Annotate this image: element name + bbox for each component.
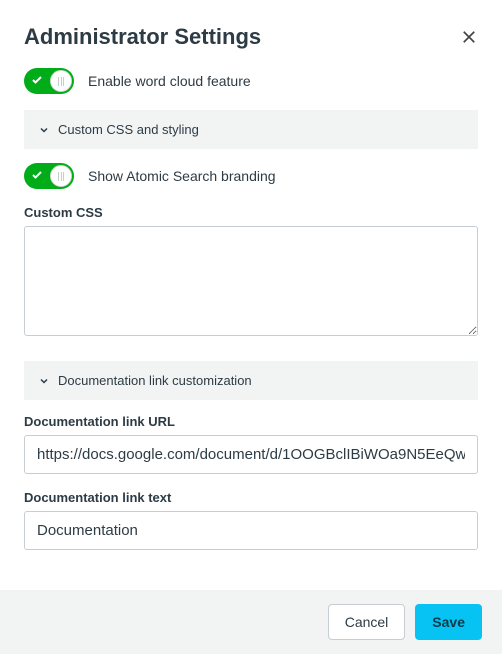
custom-css-textarea[interactable]	[24, 226, 478, 336]
cancel-button[interactable]: Cancel	[328, 604, 406, 640]
modal-header: Administrator Settings	[24, 24, 478, 50]
save-button[interactable]: Save	[415, 604, 482, 640]
section-doc-link[interactable]: Documentation link customization	[24, 361, 478, 400]
chevron-down-icon	[38, 124, 50, 136]
chevron-down-icon	[38, 375, 50, 387]
toggle-knob	[50, 70, 72, 92]
branding-toggle-row: Show Atomic Search branding	[24, 163, 478, 189]
section-css-styling-title: Custom CSS and styling	[58, 122, 199, 137]
doc-text-input[interactable]	[24, 511, 478, 550]
word-cloud-toggle-label: Enable word cloud feature	[88, 73, 251, 89]
doc-url-label: Documentation link URL	[24, 414, 478, 429]
custom-css-label: Custom CSS	[24, 205, 478, 220]
modal-footer: Cancel Save	[0, 590, 502, 654]
section-doc-link-title: Documentation link customization	[58, 373, 252, 388]
checkmark-icon	[31, 74, 43, 86]
toggle-knob	[50, 165, 72, 187]
doc-url-input[interactable]	[24, 435, 478, 474]
checkmark-icon	[31, 169, 43, 181]
close-icon[interactable]	[460, 28, 478, 46]
word-cloud-toggle-row: Enable word cloud feature	[24, 68, 478, 94]
admin-settings-modal: Administrator Settings Enable word cloud…	[0, 0, 502, 566]
section-css-styling[interactable]: Custom CSS and styling	[24, 110, 478, 149]
page-title: Administrator Settings	[24, 24, 261, 50]
branding-toggle-label: Show Atomic Search branding	[88, 168, 276, 184]
word-cloud-toggle[interactable]	[24, 68, 74, 94]
branding-toggle[interactable]	[24, 163, 74, 189]
doc-text-label: Documentation link text	[24, 490, 478, 505]
